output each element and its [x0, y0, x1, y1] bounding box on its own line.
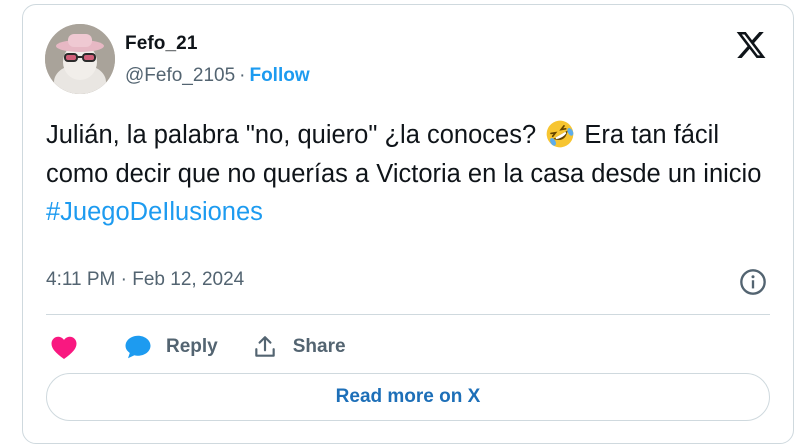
tweet-card: Fefo_21 @Fefo_2105 · Follow Julián, la pal…: [22, 4, 794, 444]
follow-button[interactable]: Follow: [249, 65, 309, 86]
handle-separator: ·: [239, 65, 246, 86]
share-label: Share: [292, 336, 346, 357]
tweet-text: Julián, la palabra "no, quiero" ¿la cono…: [46, 116, 766, 232]
read-more-button[interactable]: Read more on X: [46, 373, 770, 421]
share-icon: [254, 336, 275, 357]
divider: [46, 314, 770, 315]
author-handle[interactable]: @Fefo_2105: [125, 65, 235, 86]
heart-icon: [51, 336, 77, 359]
reply-label: Reply: [166, 336, 218, 357]
tweet-text-part1: Julián, la palabra "no, quiero" ¿la cono…: [46, 121, 537, 149]
info-icon[interactable]: [739, 268, 767, 296]
author-display-name[interactable]: Fefo_21: [125, 33, 198, 55]
rolling-on-floor-laughing-icon: [546, 120, 574, 148]
share-button[interactable]: Share: [218, 334, 346, 360]
action-bar: Reply Share: [46, 329, 346, 365]
avatar[interactable]: [45, 24, 115, 94]
hashtag-link[interactable]: #JuegoDeIlusiones: [46, 198, 263, 226]
author-handle-row: @Fefo_2105 · Follow: [125, 65, 310, 87]
tweet-timestamp[interactable]: 4:11 PM · Feb 12, 2024: [46, 269, 244, 291]
x-logo-icon[interactable]: [735, 29, 767, 61]
reply-button[interactable]: Reply: [79, 332, 218, 362]
speech-bubble-icon: [125, 335, 151, 359]
like-button[interactable]: [46, 332, 79, 362]
